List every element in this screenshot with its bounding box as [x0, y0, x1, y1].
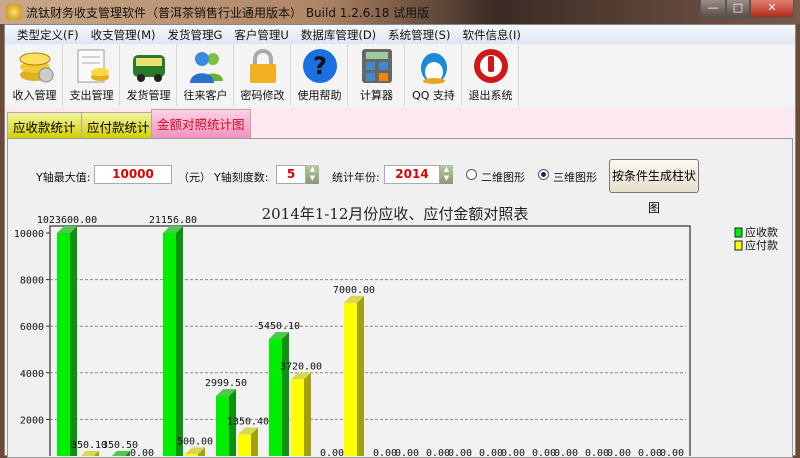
data-label: 0.00	[501, 448, 525, 456]
data-label: 0.00	[638, 448, 662, 456]
data-label: 2999.50	[205, 378, 247, 389]
y-tick-label: 6000	[20, 322, 44, 333]
data-label: 0.00	[426, 448, 450, 456]
data-label: 0.00	[130, 448, 154, 456]
data-label: 0.00	[395, 448, 419, 456]
data-label: 0.00	[479, 448, 503, 456]
data-label: 0.00	[320, 448, 344, 456]
y-tick-label: 8000	[20, 276, 44, 287]
bar-receivable	[269, 339, 282, 456]
bar-side	[304, 372, 311, 456]
legend-swatch	[734, 227, 743, 238]
data-label: 1023600.00	[37, 215, 97, 226]
data-label: 350.10	[71, 440, 107, 451]
legend-label: 应收款	[745, 225, 778, 239]
bar-side	[282, 332, 289, 456]
bar-receivable	[163, 233, 176, 456]
bar-side	[357, 295, 364, 456]
chart-title: 2014年1-12月份应收、应付金额对照表	[262, 205, 529, 223]
data-label: 1350.40	[227, 417, 269, 428]
data-label: 0.00	[554, 448, 578, 456]
bar-payable	[291, 379, 304, 456]
data-label: 5450.10	[258, 321, 300, 332]
bar-payable	[344, 302, 357, 456]
y-tick-label: 4000	[20, 369, 44, 380]
data-label: 500.00	[177, 436, 213, 447]
data-label: 0.00	[585, 448, 609, 456]
data-label: 3720.00	[280, 361, 322, 372]
legend-swatch	[734, 240, 743, 251]
data-label: 0.00	[448, 448, 472, 456]
bar-side	[70, 226, 77, 456]
y-tick-label: 2000	[20, 415, 44, 426]
bar-payable	[238, 434, 251, 456]
bar-side	[176, 226, 183, 456]
bar-chart: 2014年1-12月份应收、应付金额对照表 2000 4000 6000 8000 100…	[14, 205, 778, 456]
data-label: 0.00	[373, 448, 397, 456]
data-label: 7000.00	[333, 285, 375, 296]
y-tick-label: 10000	[14, 229, 44, 240]
legend-label: 应付款	[745, 238, 778, 252]
data-label: 0.00	[532, 448, 556, 456]
plot-area	[49, 225, 691, 456]
data-label: 0.00	[607, 448, 631, 456]
data-label: 21156.80	[149, 215, 197, 226]
data-label: 0.00	[660, 448, 684, 456]
bar-receivable	[57, 233, 70, 456]
